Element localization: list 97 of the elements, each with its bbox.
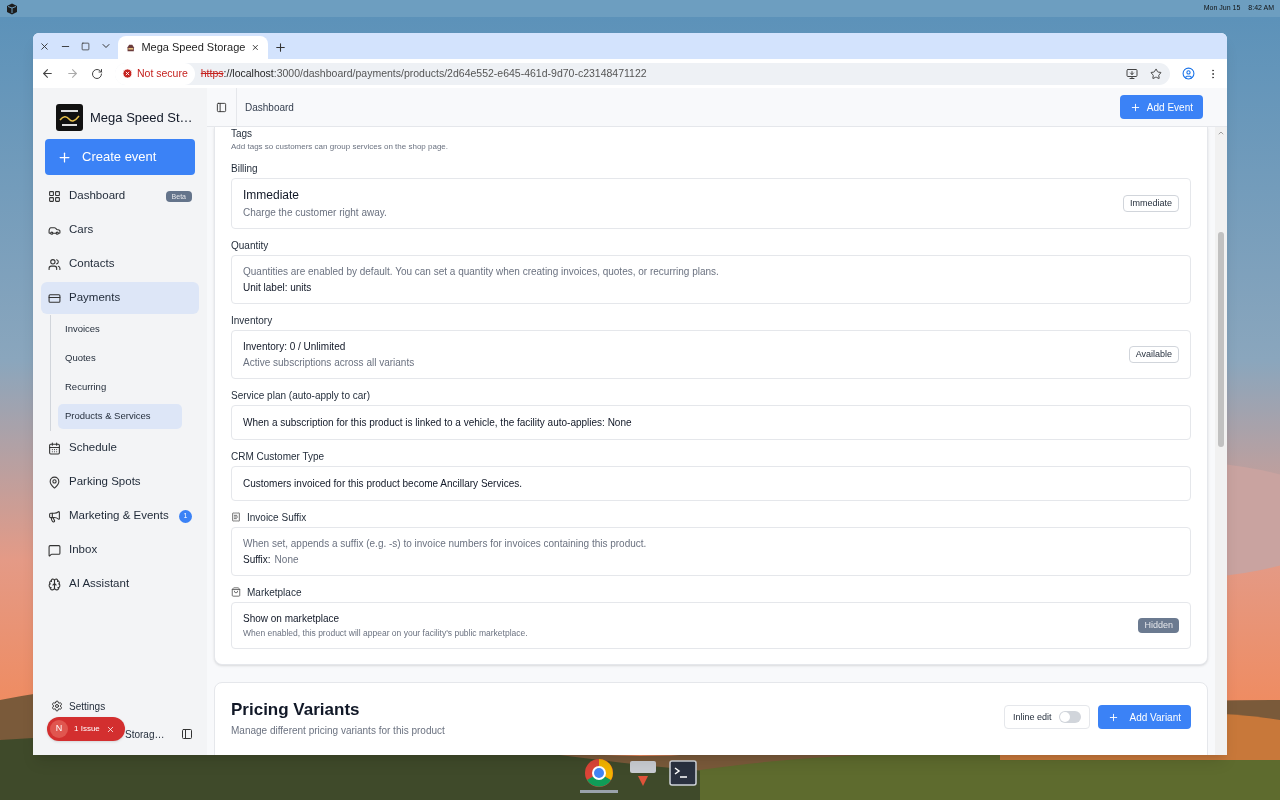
pin-icon [48,475,61,489]
people-icon [48,257,61,271]
new-tab-icon[interactable] [274,41,287,54]
info-text: When a subscription for this product is linked to a vehicle, the facility auto-applies: None [243,416,632,429]
reload-icon[interactable] [91,67,103,80]
megaphone-icon [48,509,61,523]
add-variant-button[interactable]: Add Variant [1098,705,1191,730]
nav-label: Contacts [69,256,115,272]
nav-label: Parking Spots [69,474,141,490]
section-label: Quantity [231,238,269,253]
url-text: https://localhost:3000/dashboard/payments/products/2d64e552-e645-461d-9d70-c23148471122 [200,65,647,81]
maximize-icon[interactable] [81,41,90,51]
nav-item[interactable]: Inbox [41,534,199,566]
grid-icon [48,189,61,203]
browser-icon[interactable] [584,758,614,788]
section-label: Service plan (auto-apply to car) [231,388,370,403]
nav-item[interactable]: Schedule [41,432,199,464]
option-title: Immediate [243,188,301,203]
add-event-button[interactable]: Add Event [1119,95,1203,119]
nav-item[interactable]: Payments [41,282,199,314]
account-name[interactable]: Storag… [125,726,165,742]
section-label: Tags [231,127,253,141]
issue-count: 1 Issue [74,723,100,735]
description-text: Quantities are enabled by default. You can set a quantity when creating invoices, quotes, or recurring plans. [243,265,719,278]
tab-title: Mega Speed Storage [141,40,246,56]
star-icon[interactable] [1150,67,1162,80]
brain-icon [48,577,61,591]
info-text: Show on marketplace [243,612,341,625]
description-text: When set, appends a suffix (e.g. -s) to invoice numbers for invoices containing this product. [243,537,647,550]
info-text: Inventory: 0 / Unlimited [243,340,347,353]
nav-label: Cars [69,222,94,238]
status-badge: Available [1128,345,1179,364]
section-label: Inventory [231,313,273,328]
inline-edit-control[interactable]: Inline edit [1003,705,1091,730]
plus-icon [57,149,72,165]
browser-tab[interactable]: Mega Speed Storage [118,36,268,59]
toggle-label: Inline edit [1012,710,1052,724]
panel-icon[interactable] [181,728,193,740]
nav-label: AI Assistant [69,576,130,592]
nav-label: Marketing & Events [69,508,169,524]
profile-icon[interactable] [1182,67,1195,80]
sub-nav-item[interactable]: Quotes [58,346,182,371]
settings-link[interactable]: Settings [69,698,106,714]
status-badge: Hidden [1138,617,1179,634]
brand-name: Mega Speed St… [90,108,193,127]
close-icon[interactable] [105,724,115,734]
nav-item[interactable]: Parking Spots [41,466,199,498]
terminal-icon[interactable] [668,758,698,788]
section-label: Billing [231,161,258,176]
section-description: Add tags so customers can group services on the shop page. [231,142,449,152]
field-label: Suffix: [243,553,271,566]
breadcrumb[interactable]: Dashboard [245,99,294,115]
field-value: None [274,553,299,566]
nav-label: Inbox [69,542,98,558]
section-label: Invoice Suffix [247,510,307,525]
scrollbar[interactable] [1215,127,1227,755]
address-bar[interactable]: Not secure https://localhost:3000/dashboard/payments/products/2d64e552-e645-461d-9d70-c23148471122 [115,62,1170,85]
logo [56,104,83,131]
install-icon[interactable] [1126,67,1138,80]
message-icon [48,543,61,557]
sub-nav-item[interactable]: Recurring [58,375,182,400]
nav-item[interactable]: Contacts [41,248,199,280]
section-label: Marketplace [247,585,302,600]
nav-label: Schedule [69,440,117,456]
nav-item[interactable]: AI Assistant [41,568,199,600]
bag-icon [231,587,241,597]
back-icon[interactable] [41,67,54,80]
hint-text: When enabled, this product will appear on your facility's public marketplace. [243,628,528,639]
plus-icon [1108,711,1120,723]
card-icon [48,291,61,305]
sub-nav-item[interactable]: Invoices [58,317,182,342]
info-text: Unit label: units [243,281,313,294]
section-label: CRM Customer Type [231,449,325,464]
description-text: Active subscriptions across all variants [243,356,415,369]
nav-label: Payments [69,290,121,306]
info-text: Customers invoiced for this product become Ancillary Services. [243,477,522,490]
avatar-initial: N [50,720,68,738]
section-subtitle: Manage different pricing variants for this product [231,723,445,738]
close-icon[interactable] [251,42,260,53]
close-icon[interactable] [39,40,50,52]
app-icon[interactable] [628,758,658,788]
nav-label: Dashboard [69,188,126,204]
nav-item[interactable]: Cars [41,214,199,246]
toggle-switch[interactable] [1059,711,1082,724]
section-title: Pricing Variants [231,699,361,721]
settings-icon [51,700,63,712]
sub-nav-item[interactable]: Products & Services [58,404,182,429]
active-indicator [580,790,618,793]
warning-icon [122,68,133,79]
plus-icon [1129,101,1141,113]
description-text: Charge the customer right away. [243,206,387,219]
receipt-icon [231,512,241,522]
issue-pill[interactable]: N 1 Issue [47,717,125,741]
calendar-icon [48,441,61,455]
create-event-button[interactable]: Create event [45,139,195,175]
sidebar-toggle-icon[interactable] [216,101,227,113]
status-badge: Immediate [1122,194,1179,213]
